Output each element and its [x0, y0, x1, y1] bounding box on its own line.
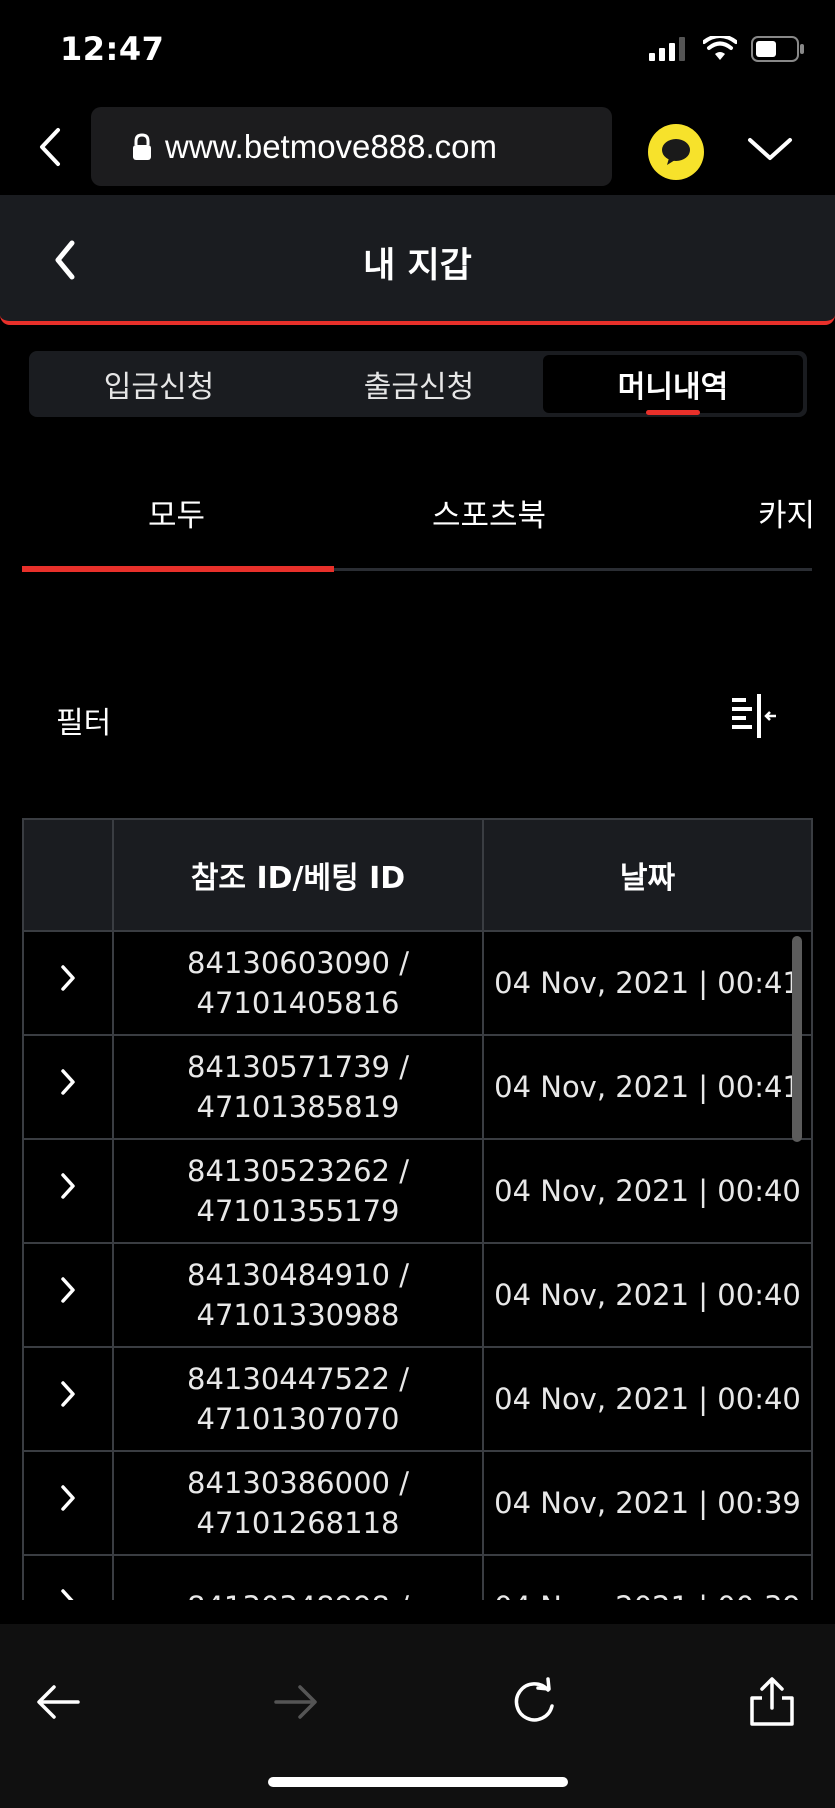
ref-bet-id-cell: 84130386000 / 47101268118 — [112, 1450, 484, 1556]
status-bar: 12:47 — [0, 0, 835, 100]
category-tab-casino[interactable]: 카지 — [758, 490, 815, 535]
chevron-right-icon — [61, 1277, 75, 1303]
ref-id: 84130571739 / — [187, 1050, 409, 1084]
chevron-right-icon — [61, 965, 75, 991]
ref-id: 84130603090 / — [187, 946, 409, 980]
ref-bet-id-cell: 84130603090 / 47101405816 — [112, 930, 484, 1036]
browser-bar: www.betmove888.com — [0, 100, 835, 195]
history-table: 참조 ID/베팅 ID 날짜 84130603090 / 47101405816 … — [22, 818, 813, 1600]
date-cell: 04 Nov, 2021 | 00:40 — [482, 1242, 813, 1348]
table-header-row: 참조 ID/베팅 ID 날짜 — [22, 818, 813, 932]
bet-id: 47101268118 — [196, 1506, 400, 1540]
ref-id: 84130447522 / — [187, 1362, 409, 1396]
table-row[interactable]: 84130571739 / 47101385819 04 Nov, 2021 | … — [22, 1034, 813, 1140]
bet-id: 47101385819 — [196, 1090, 400, 1124]
signal-icon — [649, 37, 685, 61]
expand-row-button[interactable] — [22, 930, 114, 1036]
table-row[interactable]: 84130348998 / 04 Nov, 2021 | 00:39 — [22, 1554, 813, 1600]
category-active-indicator — [22, 566, 334, 572]
date-cell: 04 Nov, 2021 | 00:40 — [482, 1346, 813, 1452]
browser-back-icon[interactable] — [30, 122, 70, 172]
chevron-right-icon — [61, 1485, 75, 1511]
ref-bet-id-cell: 84130484910 / 47101330988 — [112, 1242, 484, 1348]
home-indicator — [268, 1777, 568, 1787]
expand-row-button[interactable] — [22, 1450, 114, 1556]
reload-icon[interactable] — [508, 1676, 560, 1728]
nav-forward-icon[interactable] — [270, 1676, 322, 1728]
bet-id: 47101405816 — [196, 986, 400, 1020]
filter-label[interactable]: 필터 — [56, 698, 111, 742]
ref-bet-id-cell: 84130447522 / 47101307070 — [112, 1346, 484, 1452]
segment-tabs: 입금신청 출금신청 머니내역 — [29, 351, 807, 417]
chevron-right-icon — [61, 1069, 75, 1095]
kakao-chat-button[interactable] — [648, 124, 704, 180]
lock-icon — [133, 132, 151, 160]
table-row[interactable]: 84130484910 / 47101330988 04 Nov, 2021 | … — [22, 1242, 813, 1348]
chevron-down-icon[interactable] — [745, 130, 795, 170]
table-row[interactable]: 84130523262 / 47101355179 04 Nov, 2021 | … — [22, 1138, 813, 1244]
date-cell: 04 Nov, 2021 | 00:40 — [482, 1138, 813, 1244]
expand-row-button[interactable] — [22, 1554, 114, 1600]
table-header-expand — [22, 818, 114, 932]
share-icon[interactable] — [746, 1676, 798, 1728]
ref-bet-id-cell: 84130348998 / — [112, 1554, 484, 1600]
tab-money-history[interactable]: 머니내역 — [543, 355, 803, 415]
tab-withdraw[interactable]: 출금신청 — [289, 351, 549, 417]
date-cell: 04 Nov, 2021 | 00:41 — [482, 930, 813, 1036]
table-row[interactable]: 84130603090 / 47101405816 04 Nov, 2021 | … — [22, 930, 813, 1036]
table-header-ref-id: 참조 ID/베팅 ID — [112, 818, 484, 932]
expand-row-button[interactable] — [22, 1138, 114, 1244]
tab-label: 출금신청 — [363, 370, 475, 405]
status-icons — [649, 36, 805, 62]
expand-row-button[interactable] — [22, 1034, 114, 1140]
expand-row-button[interactable] — [22, 1346, 114, 1452]
history-table-container[interactable]: 참조 ID/베팅 ID 날짜 84130603090 / 47101405816 … — [22, 818, 813, 1600]
battery-icon — [751, 36, 804, 62]
tab-deposit[interactable]: 입금신청 — [29, 351, 289, 417]
url-field[interactable]: www.betmove888.com — [91, 107, 612, 186]
date-cell: 04 Nov, 2021 | 00:39 — [482, 1554, 813, 1600]
chevron-right-icon — [61, 1589, 74, 1600]
table-row[interactable]: 84130386000 / 47101268118 04 Nov, 2021 | … — [22, 1450, 813, 1556]
ref-bet-id-cell: 84130523262 / 47101355179 — [112, 1138, 484, 1244]
tab-label: 입금신청 — [103, 370, 215, 405]
status-time: 12:47 — [60, 30, 165, 68]
bet-id: 47101355179 — [196, 1194, 400, 1228]
category-tab-all[interactable]: 모두 — [148, 490, 205, 535]
bet-id: 47101330988 — [196, 1298, 400, 1332]
ref-id: 84130386000 / — [187, 1466, 409, 1500]
page-title: 내 지갑 — [363, 246, 472, 286]
chat-bubble-icon — [662, 139, 690, 165]
date-cell: 04 Nov, 2021 | 00:39 — [482, 1450, 813, 1556]
tab-label: 머니내역 — [617, 370, 729, 405]
bet-id: 47101307070 — [196, 1402, 400, 1436]
expand-row-button[interactable] — [22, 1242, 114, 1348]
chevron-right-icon — [61, 1173, 75, 1199]
filter-collapse-icon[interactable] — [730, 694, 778, 738]
active-tab-indicator — [646, 410, 700, 415]
category-tab-sportsbook[interactable]: 스포츠북 — [432, 490, 546, 535]
ref-id: 84130523262 / — [187, 1154, 409, 1188]
ref-bet-id-cell: 84130571739 / 47101385819 — [112, 1034, 484, 1140]
chevron-right-icon — [61, 1381, 75, 1407]
date-cell: 04 Nov, 2021 | 00:41 — [482, 1034, 813, 1140]
app-header: 내 지갑 — [0, 195, 835, 325]
category-tabs: 모두 스포츠북 카지 — [22, 470, 835, 572]
table-header-date: 날짜 — [482, 818, 813, 932]
ref-id: 84130484910 / — [187, 1258, 409, 1292]
table-scrollbar[interactable] — [792, 936, 802, 1142]
table-row[interactable]: 84130447522 / 47101307070 04 Nov, 2021 | … — [22, 1346, 813, 1452]
ref-id: 84130348998 / — [115, 1587, 481, 1600]
wifi-icon — [703, 36, 737, 60]
url-text: www.betmove888.com — [165, 127, 497, 165]
nav-back-icon[interactable] — [32, 1676, 84, 1728]
